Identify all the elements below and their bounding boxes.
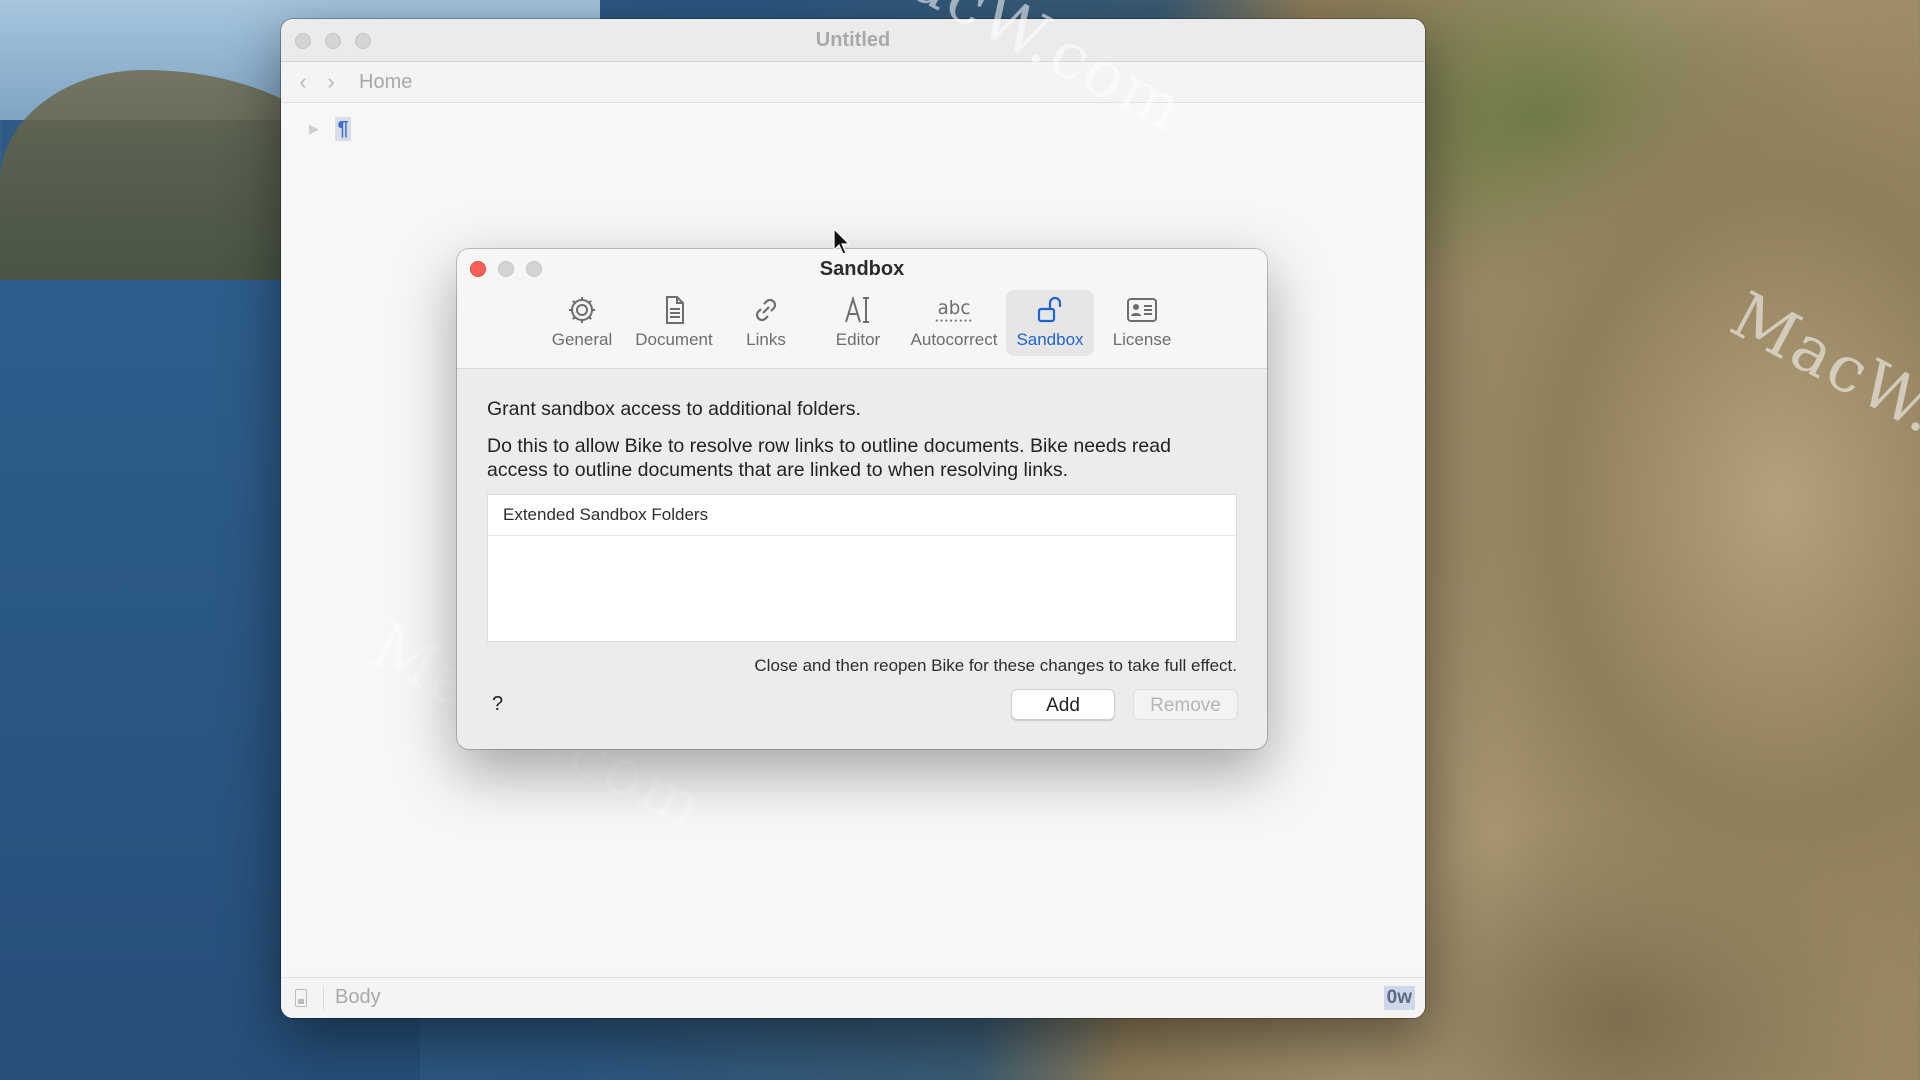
tab-links[interactable]: Links bbox=[722, 290, 810, 356]
tab-document[interactable]: Document bbox=[630, 290, 718, 356]
window-title: Untitled bbox=[815, 29, 891, 51]
tab-label: Sandbox bbox=[1016, 330, 1084, 349]
back-arrow-icon[interactable]: ‹ bbox=[289, 69, 317, 95]
help-button[interactable]: ? bbox=[492, 693, 503, 716]
dialog-header: Sandbox General Document Links Editor ab… bbox=[457, 249, 1267, 369]
watermark-right: MacW.com bbox=[1719, 278, 1920, 516]
tab-label: General bbox=[551, 330, 613, 349]
restart-note: Close and then reopen Bike for these cha… bbox=[754, 656, 1237, 675]
id-card-icon bbox=[1127, 298, 1157, 322]
link-icon bbox=[755, 298, 777, 322]
text-cursor-icon bbox=[845, 295, 869, 323]
tab-label: Autocorrect bbox=[910, 330, 998, 349]
tab-editor[interactable]: Editor bbox=[814, 290, 902, 356]
sandbox-heading: Grant sandbox access to additional folde… bbox=[487, 398, 861, 420]
dialog-title: Sandbox bbox=[819, 258, 905, 280]
empty-row[interactable]: ¶ bbox=[335, 117, 351, 141]
unlock-icon bbox=[1037, 296, 1062, 323]
navigation-bar: ‹ › Home bbox=[281, 62, 1425, 103]
tab-label: Editor bbox=[835, 330, 881, 349]
status-divider bbox=[323, 986, 324, 1010]
forward-arrow-icon[interactable]: › bbox=[317, 69, 345, 95]
table-column-header[interactable]: Extended Sandbox Folders bbox=[488, 495, 1236, 536]
tab-label: Links bbox=[746, 330, 786, 349]
status-bar: Body 0w bbox=[281, 977, 1425, 1018]
remove-button[interactable]: Remove bbox=[1133, 689, 1238, 720]
sandbox-folders-table[interactable]: Extended Sandbox Folders bbox=[487, 494, 1237, 642]
word-count: 0w bbox=[1383, 986, 1415, 1010]
tab-general[interactable]: General bbox=[538, 290, 626, 356]
preferences-toolbar: General Document Links Editor abc Autoco… bbox=[457, 290, 1267, 356]
dialog-body: Grant sandbox access to additional folde… bbox=[457, 369, 1267, 676]
add-button[interactable]: Add bbox=[1011, 689, 1115, 720]
gear-icon bbox=[569, 297, 595, 323]
tab-sandbox[interactable]: Sandbox bbox=[1006, 290, 1094, 356]
tab-autocorrect[interactable]: abc Autocorrect bbox=[906, 290, 1002, 356]
abc-icon: abc bbox=[935, 298, 973, 322]
main-titlebar: Untitled bbox=[281, 19, 1425, 62]
sidebar-toggle-icon[interactable] bbox=[295, 989, 307, 1007]
sandbox-preferences-dialog: Sandbox General Document Links Editor ab… bbox=[457, 249, 1267, 749]
tab-label: License bbox=[1112, 330, 1172, 349]
row-disclosure-icon[interactable]: ▶ bbox=[309, 121, 319, 137]
tab-label: Document bbox=[635, 330, 713, 349]
row-style-label[interactable]: Body bbox=[335, 986, 381, 1009]
document-icon bbox=[666, 296, 684, 324]
sandbox-description: Do this to allow Bike to resolve row lin… bbox=[487, 435, 1171, 481]
svg-text:abc: abc bbox=[938, 298, 971, 319]
mouse-pointer-icon bbox=[833, 228, 851, 255]
tab-license[interactable]: License bbox=[1098, 290, 1186, 356]
breadcrumb[interactable]: Home bbox=[359, 71, 412, 94]
